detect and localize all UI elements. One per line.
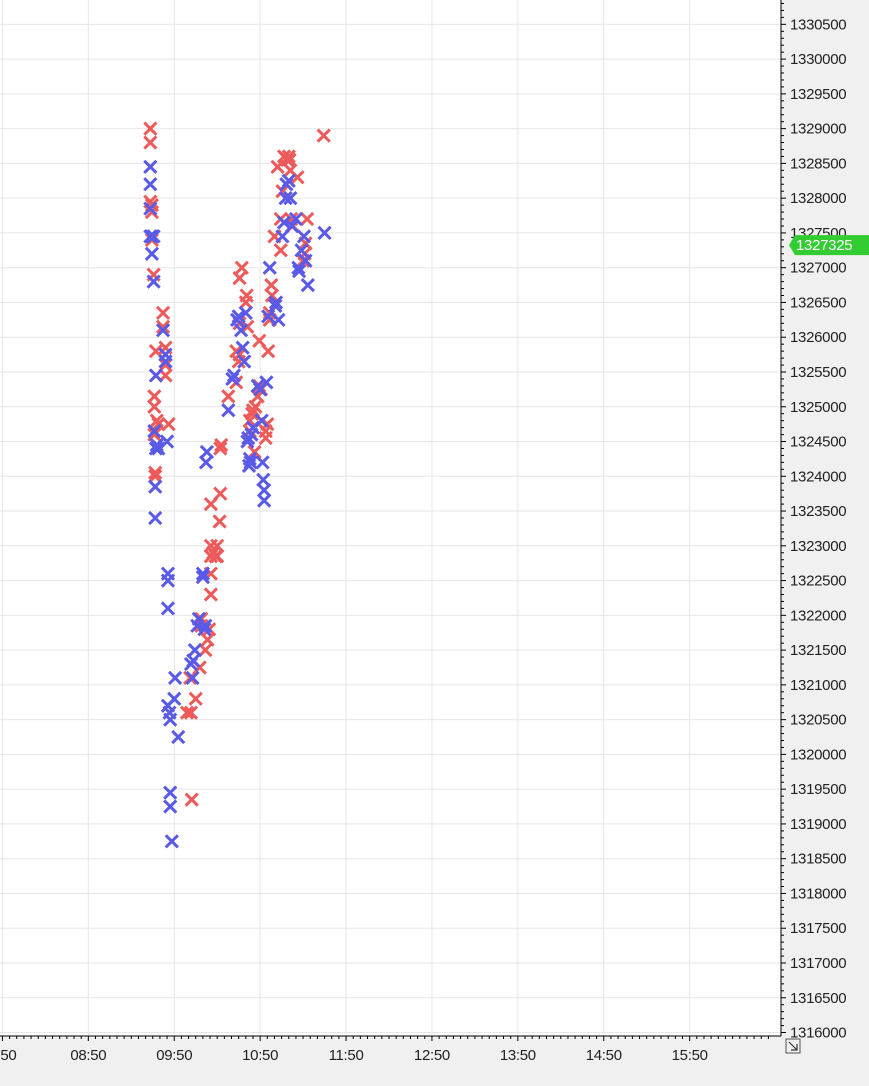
x-tick-label: 15:50 xyxy=(672,1047,708,1064)
plot-area xyxy=(0,0,781,1036)
y-tick-label: 1322500 xyxy=(790,573,846,590)
price-chart[interactable]: 1330500 1330000 1329500 1329000 1328500 13280… xyxy=(0,0,869,1081)
y-axis-ticks: 1330500 1330000 1329500 1329000 1328500 13280… xyxy=(781,2,847,1042)
x-tick-label: 11:50 xyxy=(329,1047,364,1064)
y-tick-label: 1328000 xyxy=(790,190,846,207)
y-tick-label: 1317500 xyxy=(790,920,846,937)
y-tick-label: 1327000 xyxy=(790,260,846,277)
x-tick-label: 08:50 xyxy=(70,1047,106,1064)
x-tick-label: 13:50 xyxy=(500,1047,536,1064)
y-tick-label: 1330000 xyxy=(790,51,846,68)
y-tick-label: 1318500 xyxy=(790,851,846,868)
y-tick-label: 1319000 xyxy=(790,816,846,833)
y-tick-label: 1325500 xyxy=(790,364,846,381)
y-tick-label: 1323000 xyxy=(790,538,846,555)
y-tick-label: 1324500 xyxy=(790,434,846,451)
y-tick-label: 1320000 xyxy=(790,746,846,763)
y-tick-label: 1319500 xyxy=(790,781,846,798)
y-tick-label: 1329000 xyxy=(790,121,846,138)
x-axis-ticks: 7:50 08:50 09:50 10:50 11:50 12:50 13:50 14:50 1… xyxy=(0,1036,769,1064)
y-tick-label: 1322000 xyxy=(790,607,846,624)
x-tick-label: 12:50 xyxy=(414,1047,450,1064)
x-tick-label: 10:50 xyxy=(242,1047,278,1064)
y-tick-label: 1317000 xyxy=(790,955,846,972)
x-tick-label: 7:50 xyxy=(0,1047,16,1064)
y-tick-label: 1316500 xyxy=(790,990,846,1007)
x-tick-label: 09:50 xyxy=(156,1047,192,1064)
y-tick-label: 1326000 xyxy=(790,329,846,346)
y-tick-label: 1326500 xyxy=(790,294,846,311)
y-tick-label: 1325000 xyxy=(790,399,846,416)
y-tick-label: 1324000 xyxy=(790,468,846,485)
x-tick-label: 14:50 xyxy=(586,1047,622,1064)
y-tick-label: 1321000 xyxy=(790,677,846,694)
current-price-label: 1327325 xyxy=(796,237,852,254)
resize-grip-icon[interactable] xyxy=(785,1038,801,1054)
y-tick-label: 1318000 xyxy=(790,885,846,902)
chart-window: 1330500 1330000 1329500 1329000 1328500 13280… xyxy=(0,0,869,1081)
y-tick-label: 1328500 xyxy=(790,155,846,172)
y-tick-label: 1330500 xyxy=(790,16,846,33)
current-price-tag: 1327325 xyxy=(789,235,869,256)
y-tick-label: 1320500 xyxy=(790,712,846,729)
y-tick-label: 1321500 xyxy=(790,642,846,659)
y-tick-label: 1329500 xyxy=(790,86,846,103)
y-tick-label: 1323500 xyxy=(790,503,846,520)
